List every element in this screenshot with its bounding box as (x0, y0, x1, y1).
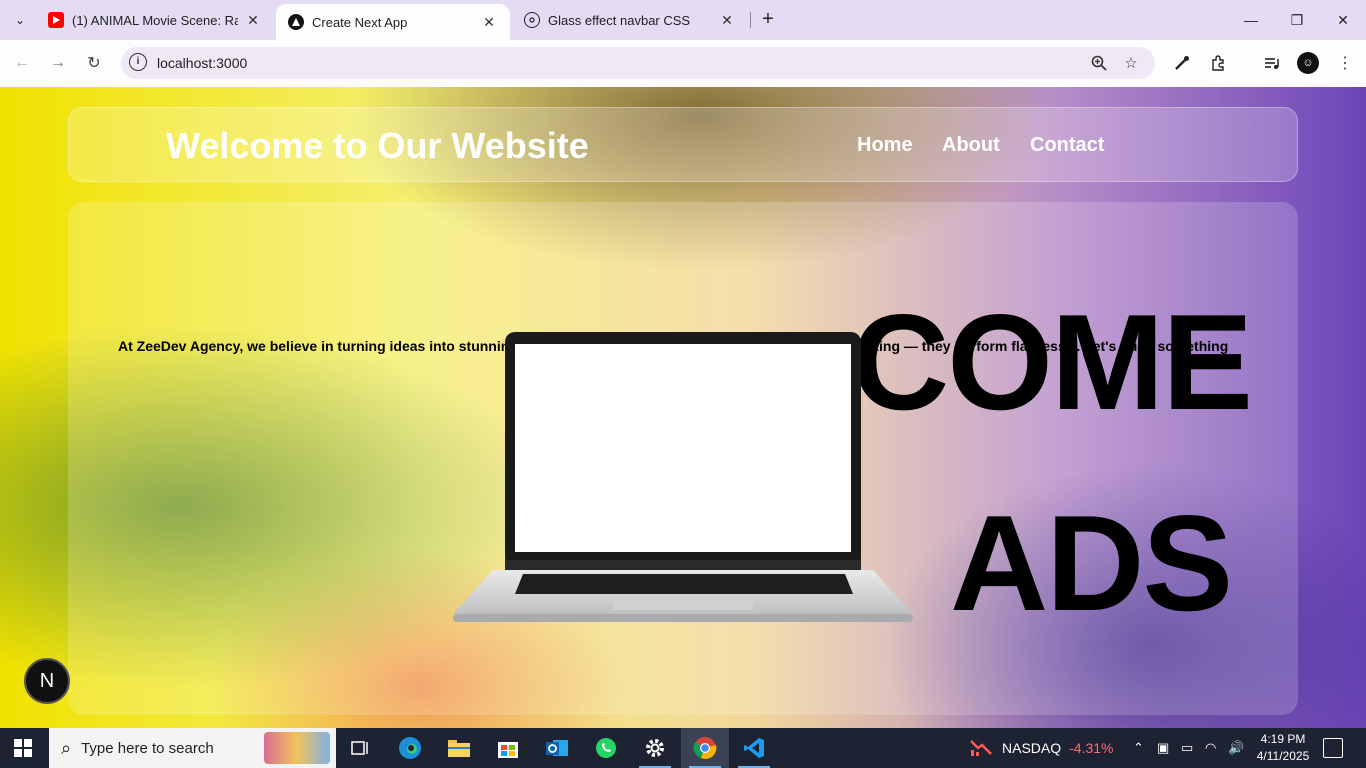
stock-ticker-widget[interactable]: NASDAQ -4.31% (970, 728, 1113, 768)
page-viewport: Welcome to Our Website Home About Contac… (0, 87, 1366, 728)
openai-icon (524, 12, 540, 28)
tab-create-next-app[interactable]: Create Next App ✕ (276, 4, 510, 40)
search-highlight-image (264, 732, 330, 764)
address-bar[interactable]: i localhost:3000 ☆ (121, 47, 1155, 79)
close-tab-icon[interactable]: ✕ (718, 11, 736, 29)
volume-icon[interactable]: 🔊 (1228, 740, 1244, 756)
tab-strip: ⌄ (1) ANIMAL Movie Scene: Ranbi ✕ Create… (0, 0, 1366, 40)
media-control-icon[interactable] (1260, 51, 1284, 75)
clock-time: 4:19 PM (1260, 732, 1306, 746)
nav-link-home[interactable]: Home (857, 134, 913, 157)
meet-now-icon[interactable]: ▣ (1157, 740, 1169, 756)
whatsapp-icon[interactable] (582, 728, 630, 768)
browser-toolbar: ← → ↻ i localhost:3000 ☆ ☺ ⋮ (0, 40, 1366, 87)
tab-title: (1) ANIMAL Movie Scene: Ranbi (72, 12, 238, 28)
file-explorer-icon[interactable] (435, 728, 483, 768)
youtube-icon (48, 12, 64, 28)
eyedropper-icon[interactable] (1170, 51, 1194, 75)
clock-date: 4/11/2025 (1256, 749, 1310, 763)
back-button[interactable]: ← (10, 51, 34, 75)
search-icon: ⌕ (61, 737, 72, 758)
outlook-icon[interactable] (533, 728, 581, 768)
nextjs-icon (288, 14, 304, 30)
nextjs-dev-badge[interactable]: N (24, 658, 70, 704)
show-hidden-icons-chevron-icon[interactable]: ⌃ (1133, 740, 1144, 756)
search-placeholder: Type here to search (81, 739, 214, 757)
bookmark-star-icon[interactable]: ☆ (1121, 53, 1141, 73)
tab-separator (750, 12, 751, 28)
chrome-icon[interactable] (681, 728, 729, 768)
close-tab-icon[interactable]: ✕ (244, 11, 262, 29)
site-info-icon[interactable]: i (129, 53, 147, 71)
ticker-name: NASDAQ (1002, 740, 1062, 756)
close-tab-icon[interactable]: ✕ (480, 13, 498, 31)
tab-glass-navbar[interactable]: Glass effect navbar CSS ✕ (512, 0, 748, 40)
tab-search-button[interactable]: ⌄ (6, 6, 34, 34)
forward-button[interactable]: → (46, 51, 70, 75)
nextjs-letter: N (39, 669, 55, 692)
close-window-button[interactable]: ✕ (1320, 0, 1366, 40)
task-view-icon[interactable] (337, 728, 385, 768)
profile-icon: ☺ (1302, 57, 1314, 69)
glass-navbar: Welcome to Our Website Home About Contac… (68, 107, 1298, 182)
menu-kebab-icon[interactable]: ⋮ (1333, 51, 1357, 75)
tab-youtube[interactable]: (1) ANIMAL Movie Scene: Ranbi ✕ (36, 0, 274, 40)
tab-title: Create Next App (312, 14, 408, 30)
hero-big-text-2: ADS (950, 487, 1233, 639)
vscode-icon[interactable] (730, 728, 778, 768)
chevron-down-icon: ⌄ (14, 13, 26, 27)
windows-taskbar: ⌕ Type here to search NASDAQ -4.31% ⌃ ▣ (0, 728, 1366, 768)
settings-gear-icon[interactable] (631, 728, 679, 768)
taskbar-search-box[interactable]: ⌕ Type here to search (49, 728, 336, 768)
microsoft-store-icon[interactable] (484, 728, 532, 768)
nav-link-about[interactable]: About (942, 134, 1000, 157)
restore-button[interactable]: ❐ (1274, 0, 1320, 40)
site-title: Welcome to Our Website (166, 125, 589, 166)
system-clock[interactable]: 4:19 PM 4/11/2025 (1255, 731, 1311, 765)
wifi-icon[interactable]: ◠ (1205, 740, 1216, 756)
hero-section: At ZeeDev Agency, we believe in turning … (68, 202, 1298, 715)
ticker-change: -4.31% (1069, 740, 1114, 756)
nav-link-contact[interactable]: Contact (1030, 134, 1104, 157)
windows-start-icon[interactable] (14, 739, 32, 757)
notification-center-icon[interactable] (1323, 738, 1343, 758)
stock-chart-icon (970, 738, 992, 759)
battery-icon[interactable]: ▭ (1181, 740, 1193, 756)
extensions-icon[interactable] (1206, 51, 1230, 75)
zoom-icon[interactable] (1089, 53, 1109, 73)
reload-button[interactable]: ↻ (82, 51, 106, 75)
edge-icon[interactable] (386, 728, 434, 768)
laptop-image (453, 332, 913, 622)
profile-avatar[interactable]: ☺ (1297, 52, 1319, 74)
new-tab-button[interactable]: + (757, 9, 779, 31)
tab-title: Glass effect navbar CSS (548, 12, 691, 28)
url-text[interactable]: localhost:3000 (157, 55, 247, 71)
minimize-button[interactable]: — (1228, 0, 1274, 40)
